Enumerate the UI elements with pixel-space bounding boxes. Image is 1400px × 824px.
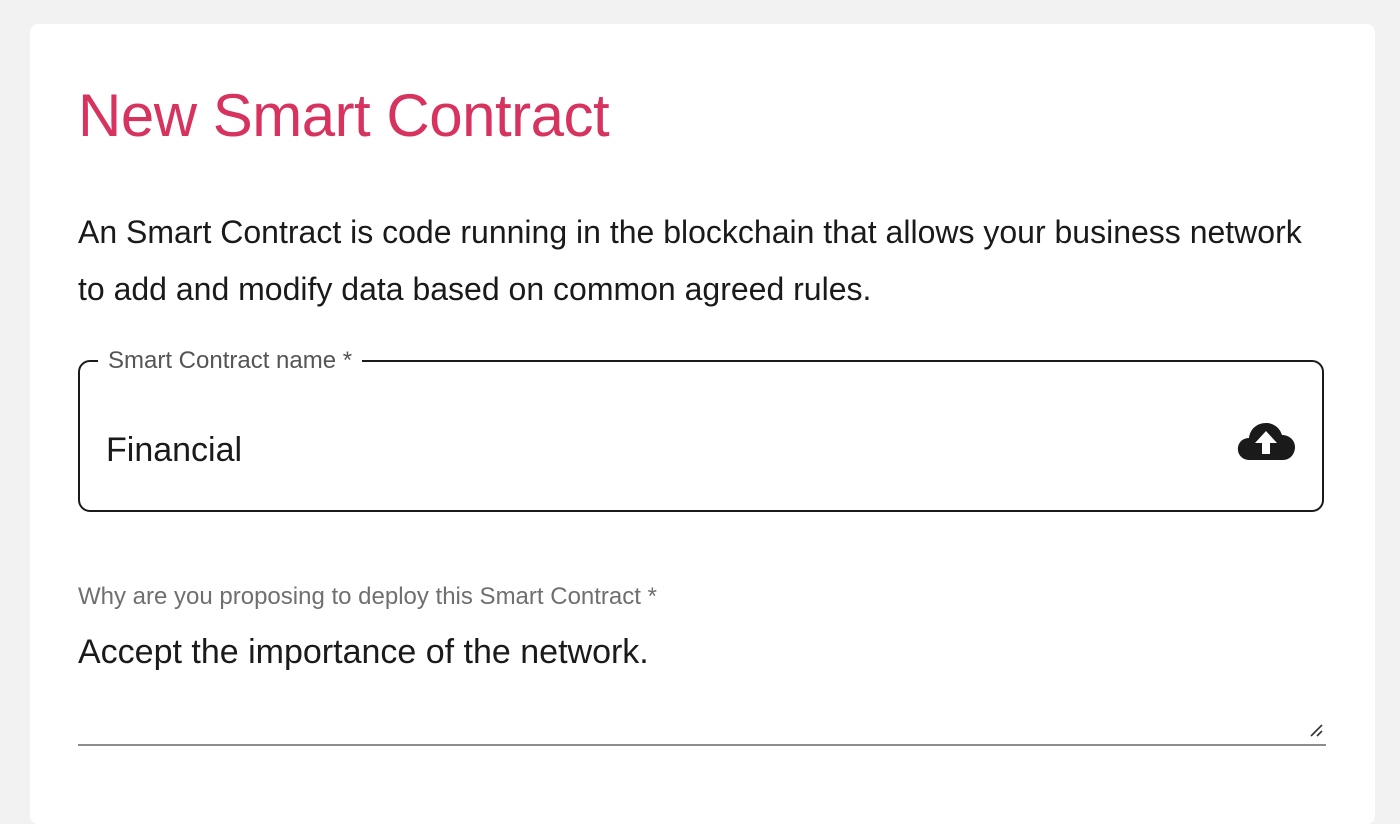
smart-contract-name-value[interactable]: Financial: [106, 430, 242, 470]
proposal-reason-textarea[interactable]: Accept the importance of the network.: [78, 622, 1326, 746]
proposal-reason-label: Why are you proposing to deploy this Sma…: [78, 583, 657, 610]
proposal-reason-value[interactable]: Accept the importance of the network.: [78, 630, 649, 674]
intro-description: An Smart Contract is code running in the…: [78, 214, 1302, 307]
page-title: New Smart Contract: [78, 82, 610, 149]
smart-contract-name-label: Smart Contract name *: [98, 346, 363, 376]
form-card: New Smart Contract An Smart Contract is …: [30, 24, 1375, 824]
cloud-upload-icon[interactable]: [1236, 422, 1296, 462]
resize-handle-icon[interactable]: [1308, 722, 1324, 738]
smart-contract-name-field[interactable]: Smart Contract name * Financial: [78, 346, 1324, 512]
